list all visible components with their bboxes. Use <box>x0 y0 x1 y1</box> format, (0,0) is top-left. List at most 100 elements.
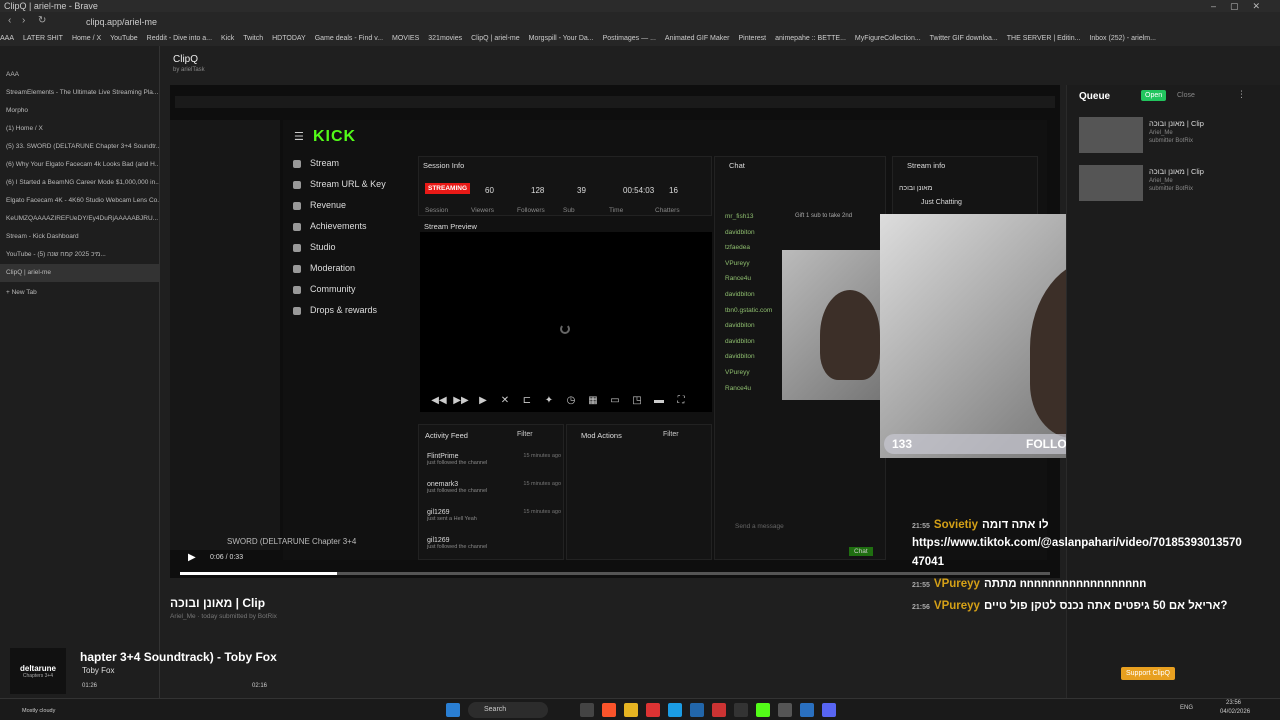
steam-icon[interactable] <box>668 703 682 717</box>
kick-nav-item[interactable]: Studio <box>290 242 410 263</box>
app3-icon[interactable] <box>712 703 726 717</box>
bookmark-item[interactable]: MyFigureCollection... <box>855 35 921 42</box>
clock-time[interactable]: 23:56 <box>1226 700 1241 706</box>
kick-nav-item[interactable]: Moderation <box>290 263 410 284</box>
window-controls[interactable]: –▢✕ <box>1211 0 1274 12</box>
bookmark-item[interactable]: Reddit - Dive into a... <box>147 35 212 42</box>
bookmark-item[interactable]: Postimages — ... <box>603 35 656 42</box>
loading-spinner <box>560 324 570 334</box>
app-icon[interactable] <box>646 703 660 717</box>
fullscreen-icon[interactable]: ⛶ <box>670 395 692 406</box>
bookmark-item[interactable]: animepahe :: BETTE... <box>775 35 846 42</box>
bookmark-item[interactable]: AAA <box>0 35 14 42</box>
bookmark-item[interactable]: Twitch <box>243 35 263 42</box>
sidebar-tab[interactable]: StreamElements - The Ultimate Live Strea… <box>0 84 159 102</box>
chat-input[interactable]: Send a message <box>735 523 784 530</box>
bookmark-item[interactable]: THE SERVER | Editin... <box>1007 35 1081 42</box>
overlay-chat-line: 21:55 Sovietiy לו אתה דומה <box>912 519 1049 531</box>
bookmark-item[interactable]: LATER SHIT <box>23 35 63 42</box>
kick-nav-item[interactable]: Stream <box>290 158 410 179</box>
bookmark-item[interactable]: YouTube <box>110 35 138 42</box>
menu-icon[interactable]: ☰ <box>294 130 304 143</box>
brave-icon[interactable] <box>602 703 616 717</box>
bookmark-item[interactable]: Twitter GIF downloa... <box>930 35 998 42</box>
bookmark-item[interactable]: 321movies <box>428 35 462 42</box>
kick-nav-item[interactable]: Stream URL & Key <box>290 179 410 200</box>
more-icon[interactable]: ⋮ <box>1237 89 1246 100</box>
bookmark-item[interactable]: ClipQ | ariel-me <box>471 35 520 42</box>
sidebar-tab[interactable]: (1) Home / X <box>0 120 159 138</box>
mute-icon[interactable]: ✕ <box>494 395 516 406</box>
bookmarks-bar: AAA LATER SHIT Home / X YouTube Reddit - Div… <box>0 32 1280 46</box>
sidebar-tab[interactable]: (6) Why Your Elgato Facecam 4k Looks Bad… <box>0 156 159 174</box>
language-indicator[interactable]: ENG <box>1180 705 1193 711</box>
crop-icon[interactable]: ⊏ <box>516 395 538 406</box>
pip-icon[interactable]: ◳ <box>626 395 648 406</box>
layout-icon[interactable]: ▦ <box>582 395 604 406</box>
rewind-icon[interactable]: ◀◀ <box>428 395 450 406</box>
app2-icon[interactable] <box>690 703 704 717</box>
stream-category: Just Chatting <box>921 199 962 206</box>
bookmark-item[interactable]: Pinterest <box>738 35 766 42</box>
queue-open-button[interactable]: Open <box>1141 90 1167 101</box>
theater-icon[interactable]: ▬ <box>648 395 670 406</box>
discord-icon[interactable] <box>822 703 836 717</box>
activity-filter[interactable]: Filter <box>517 431 533 438</box>
sidebar-tab[interactable]: Morpho <box>0 102 159 120</box>
play-button[interactable]: ▶ <box>188 552 196 563</box>
video-progress[interactable] <box>180 572 1050 575</box>
sidebar-tab[interactable]: (5) 33. SWORD (DELTARUNE Chapter 3+4 Sou… <box>0 138 159 156</box>
bookmark-item[interactable]: Home / X <box>72 35 101 42</box>
kick-nav-item[interactable]: Community <box>290 284 410 305</box>
forward-icon[interactable]: › <box>22 15 25 26</box>
preview-controls[interactable]: ◀◀ ▶▶ ▶ ✕ ⊏ ✦ ◷ ▦ ▭ ◳ ▬ ⛶ <box>428 394 692 406</box>
sparkle-icon[interactable]: ✦ <box>538 395 560 406</box>
kick-nav-item[interactable]: Achievements <box>290 221 410 242</box>
clock-date[interactable]: 04/02/2026 <box>1220 709 1250 715</box>
bookmark-item[interactable]: MOVIES <box>392 35 419 42</box>
back-icon[interactable]: ‹ <box>8 15 11 26</box>
kick-nav-item[interactable]: Revenue <box>290 200 410 221</box>
queue-item[interactable]: מאונן ובוכה | Clip Ariel_Me submitter BotR… <box>1079 165 1274 205</box>
activity-desc: just sent a Hell Yeah <box>427 516 477 522</box>
sidebar-tab[interactable]: ClipQ | ariel-me <box>0 264 159 282</box>
sidebar-tab[interactable]: (6) I Started a BeamNG Career Mode $1,00… <box>0 174 159 192</box>
bookmark-item[interactable]: HDTODAY <box>272 35 306 42</box>
taskbar-search[interactable]: Search <box>468 702 548 718</box>
stream-info-panel: Stream info מאונן ובוכה Just Chatting <box>892 156 1038 216</box>
mod-filter[interactable]: Filter <box>663 431 679 438</box>
sidebar-tab[interactable]: Elgato Facecam 4K - 4K60 Studio Webcam L… <box>0 192 159 210</box>
sidebar-tab[interactable]: YouTube - (5) מיכ 2025 קמח שנה... <box>0 246 159 264</box>
url-input[interactable]: clipq.app/ariel-me <box>80 15 960 29</box>
app4-icon[interactable] <box>800 703 814 717</box>
queue-close-button[interactable]: Close <box>1177 92 1195 99</box>
chat-send-button[interactable]: Chat <box>849 547 873 556</box>
mini-total: 02:16 <box>252 683 268 689</box>
new-tab-button[interactable]: + New Tab <box>0 284 159 302</box>
bookmark-item[interactable]: Game deals - Find v... <box>315 35 383 42</box>
bookmark-item[interactable]: Animated GIF Maker <box>665 35 730 42</box>
kick-logo: KICK <box>313 128 357 145</box>
kick-icon[interactable] <box>756 703 770 717</box>
activity-time: 15 minutes ago <box>523 481 561 487</box>
bookmark-item[interactable]: Morgspill - Your Da... <box>529 35 594 42</box>
windows-start-icon[interactable] <box>446 703 460 717</box>
reload-icon[interactable]: ↻ <box>38 15 46 26</box>
bookmark-item[interactable]: Kick <box>221 35 234 42</box>
sidebar-tab[interactable]: Stream - Kick Dashboard <box>0 228 159 246</box>
play-icon[interactable]: ▶ <box>472 395 494 406</box>
bookmark-item[interactable]: Inbox (252) - arielm... <box>1089 35 1156 42</box>
support-button[interactable]: Support ClipQ <box>1121 667 1175 680</box>
chat-username: mr_fish13 <box>725 213 754 220</box>
window-icon[interactable]: ▭ <box>604 395 626 406</box>
settings-icon[interactable] <box>778 703 792 717</box>
folder-icon[interactable] <box>624 703 638 717</box>
x-icon[interactable] <box>734 703 748 717</box>
forward-icon[interactable]: ▶▶ <box>450 395 472 406</box>
timer-icon[interactable]: ◷ <box>560 395 582 406</box>
sidebar-tab[interactable]: AAA <box>0 66 159 84</box>
task-view-icon[interactable] <box>580 703 594 717</box>
sidebar-tab[interactable]: KeUMZQAAAAZIREFUeDY/Ey4DuRjAAAAABJRU... <box>0 210 159 228</box>
kick-nav-item[interactable]: Drops & rewards <box>290 305 410 326</box>
queue-item[interactable]: מאונן ובוכה | Clip Ariel_Me submitter BotR… <box>1079 117 1274 157</box>
